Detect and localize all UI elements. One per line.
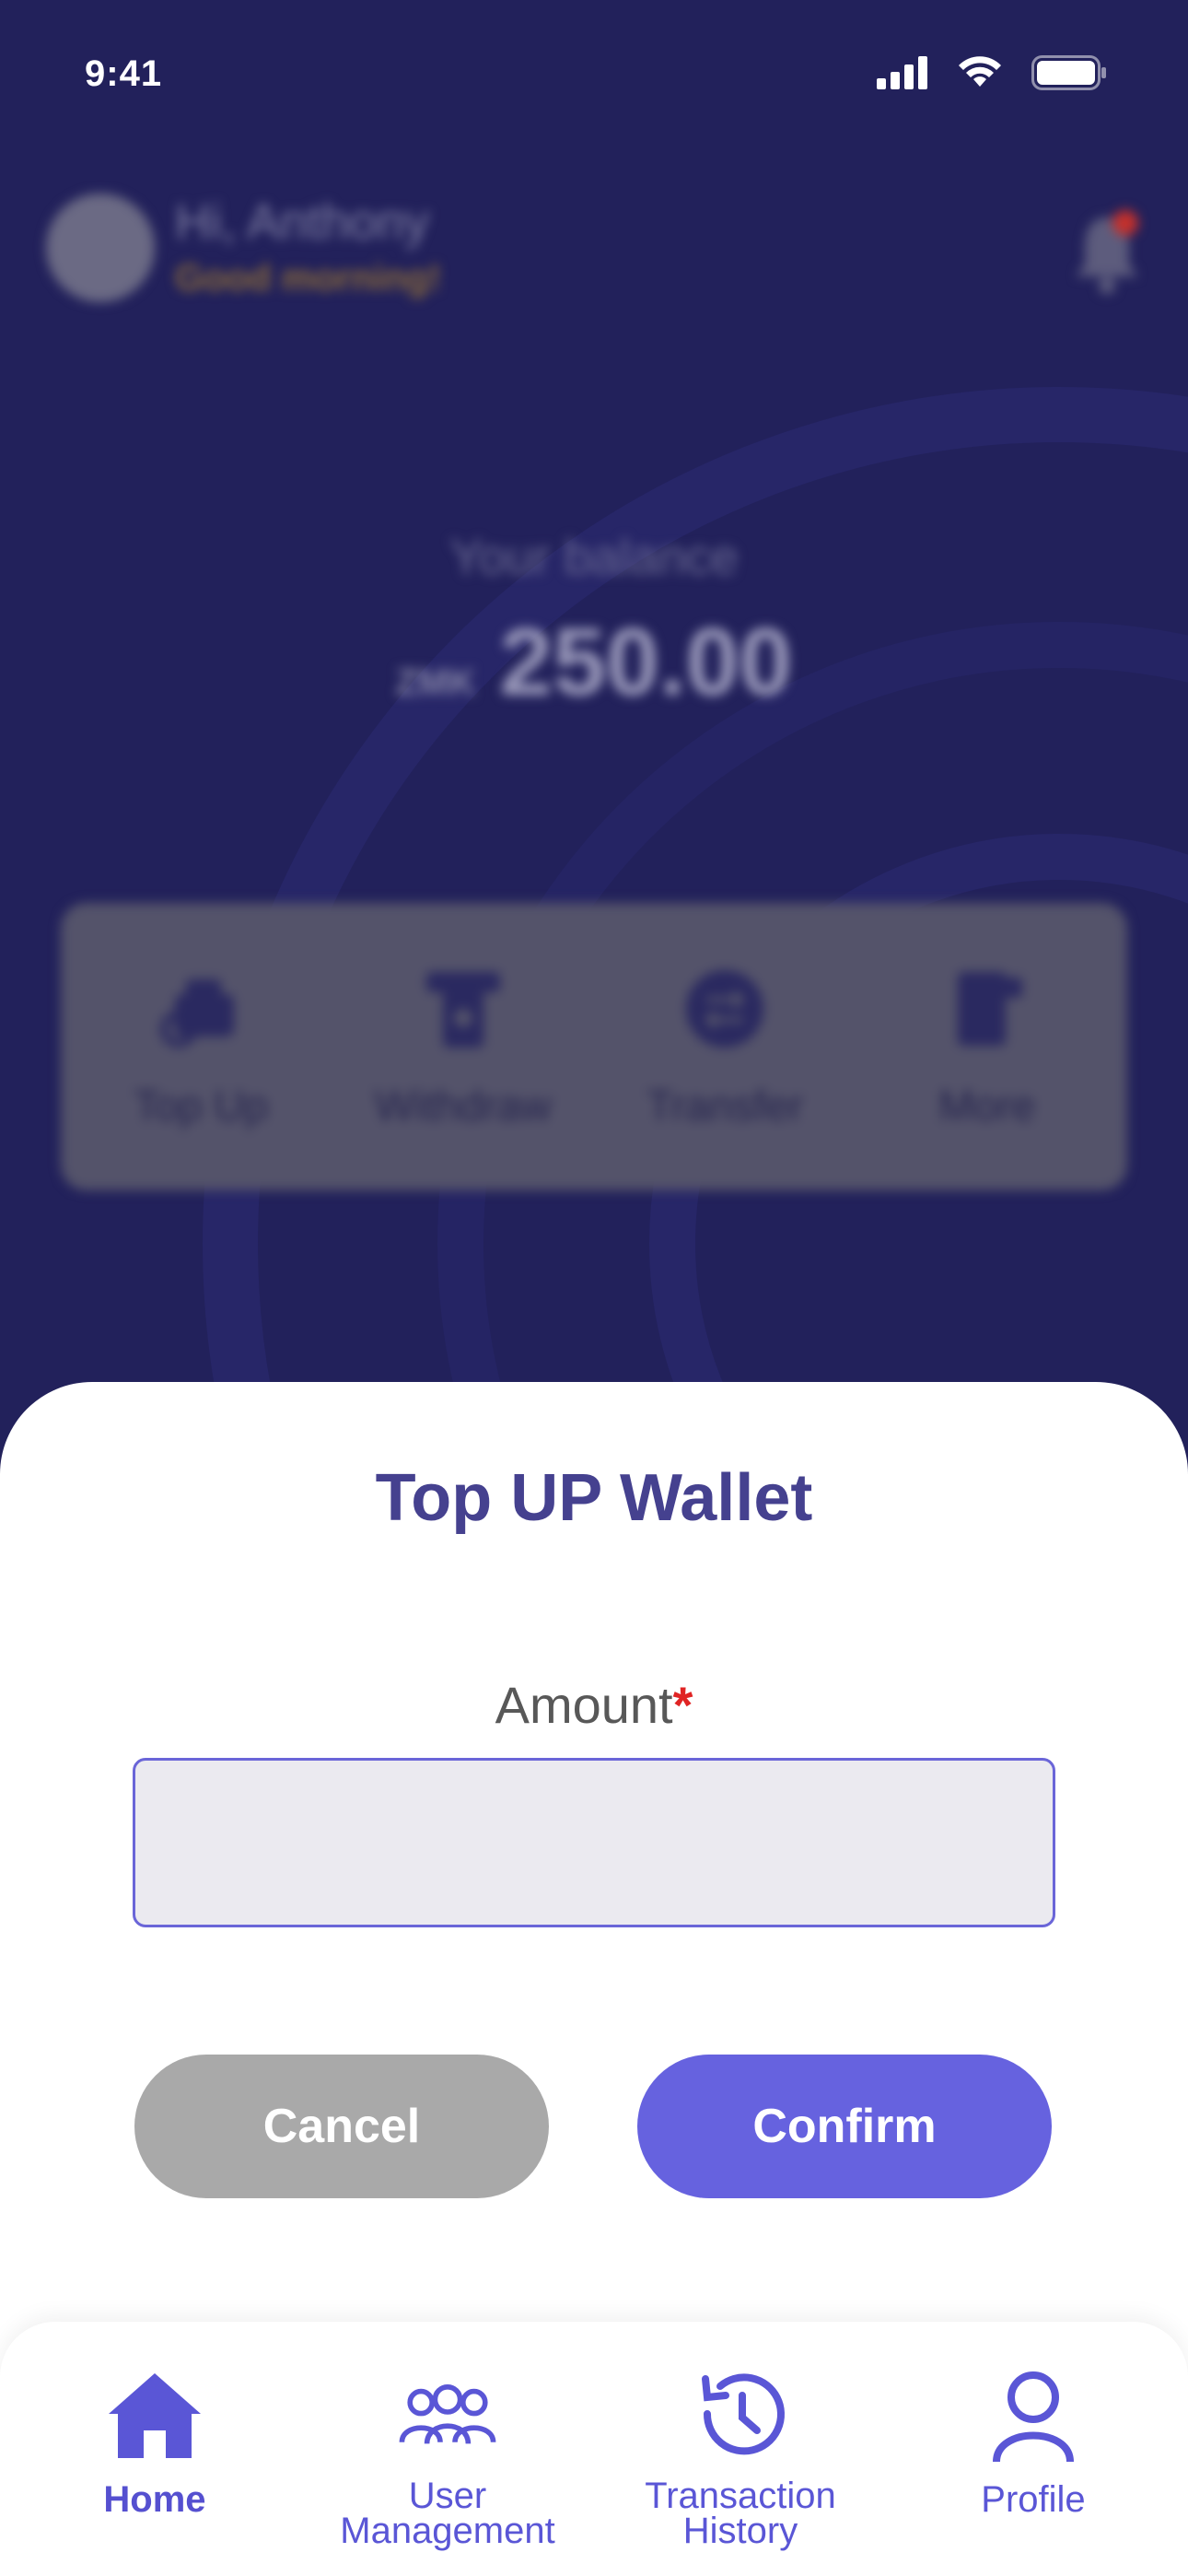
nav-label-profile: Profile	[981, 2479, 1086, 2520]
more-icon	[957, 972, 1022, 1046]
nav-label-transaction-history: Transaction History	[645, 2476, 836, 2551]
action-label: Withdraw	[374, 1082, 552, 1130]
required-indicator: *	[672, 1676, 693, 1734]
nav-label-line: Management	[340, 2511, 555, 2551]
nav-user-management[interactable]: User Management	[300, 2366, 595, 2551]
users-icon	[399, 2384, 496, 2444]
confirm-button[interactable]: Confirm	[637, 2055, 1052, 2198]
nav-home[interactable]: Home	[7, 2366, 302, 2520]
nav-label-line: History	[682, 2511, 798, 2551]
avatar[interactable]	[46, 193, 155, 302]
greeting-name: Hi, Anthony	[175, 194, 430, 250]
balance-currency: ZMK	[395, 662, 476, 703]
amount-input[interactable]	[133, 1758, 1055, 1927]
wallet-icon	[160, 979, 235, 1048]
balance-label: Your balance	[449, 530, 739, 585]
battery-icon	[1031, 55, 1106, 90]
status-time: 9:41	[85, 53, 163, 94]
amount-label-text: Amount	[495, 1676, 673, 1734]
action-withdraw[interactable]: Withdraw	[339, 963, 588, 1130]
balance-amount: 250.00	[499, 609, 793, 716]
nav-label-user-management: User Management	[340, 2476, 555, 2551]
greeting-subtitle: Good morning!	[175, 258, 441, 299]
amount-label: Amount*	[0, 1675, 1188, 1735]
cancel-button[interactable]: Cancel	[134, 2055, 549, 2198]
nav-label-home: Home	[103, 2479, 206, 2520]
action-transfer[interactable]: Transfer	[600, 963, 849, 1130]
nav-transaction-history[interactable]: Transaction History	[593, 2366, 888, 2551]
home-icon	[109, 2373, 201, 2458]
wifi-icon	[959, 56, 1001, 87]
nav-label-line: User	[408, 2476, 487, 2516]
action-more[interactable]: More	[863, 963, 1112, 1130]
cellular-signal-icon	[877, 56, 927, 89]
action-label: Top Up	[134, 1082, 269, 1130]
bottom-nav: Home User Management Transaction History	[0, 2322, 1188, 2576]
action-label: More	[938, 1082, 1036, 1130]
nav-profile[interactable]: Profile	[886, 2366, 1181, 2520]
balance-row: ZMK 250.00	[0, 608, 1188, 718]
action-top-up[interactable]: Top Up	[76, 963, 325, 1130]
status-icons	[877, 55, 1107, 90]
action-label: Transfer	[646, 1082, 804, 1130]
status-bar: 9:41	[0, 0, 1188, 157]
nav-label-line: Transaction	[645, 2476, 836, 2516]
notification-bell-icon[interactable]	[1070, 205, 1144, 297]
history-icon	[702, 2373, 785, 2455]
profile-icon	[993, 2371, 1074, 2463]
sheet-title: Top UP Wallet	[375, 1461, 813, 1535]
quick-actions-card: Top Up Withdraw Transfer More	[61, 903, 1127, 1190]
atm-icon	[425, 972, 500, 1048]
transfer-icon	[686, 970, 764, 1048]
